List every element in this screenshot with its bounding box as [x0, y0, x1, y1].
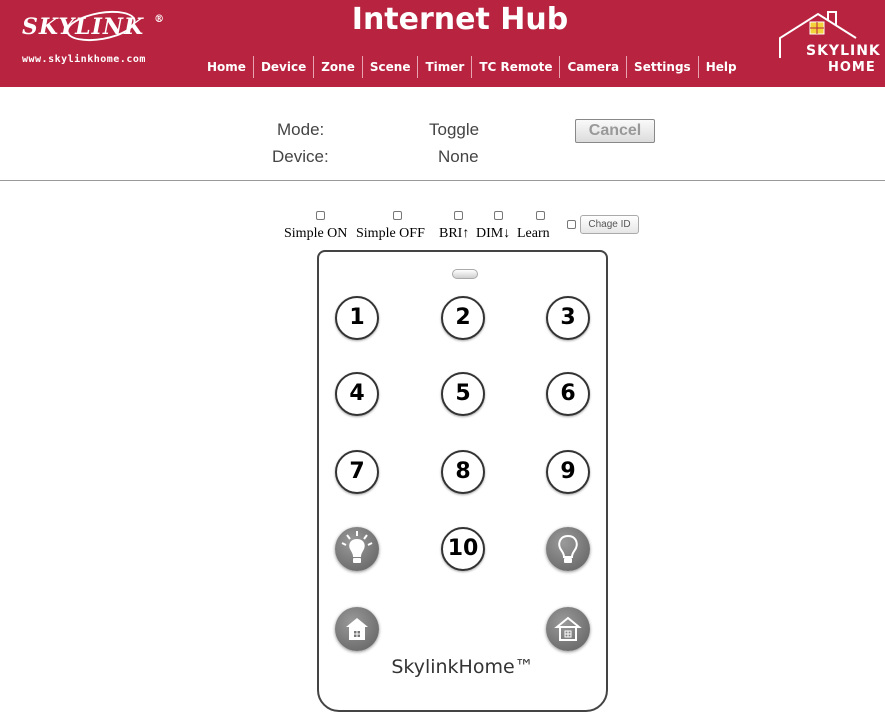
- remote-button-2[interactable]: 2: [441, 296, 485, 340]
- remote-button-1[interactable]: 1: [335, 296, 379, 340]
- nav-camera[interactable]: Camera: [560, 56, 628, 78]
- skylink-home-logo: SKYLINK HOME: [778, 8, 881, 78]
- header-bar: SKYLINK ® www.skylinkhome.com Internet Hu…: [0, 0, 885, 87]
- remote-button-7[interactable]: 7: [335, 450, 379, 494]
- status-panel: Mode: Toggle Device: None Cancel: [0, 87, 885, 181]
- remote-button-3[interactable]: 3: [546, 296, 590, 340]
- bri-up-checkbox[interactable]: [454, 211, 463, 220]
- nav-timer[interactable]: Timer: [418, 56, 473, 78]
- simple-on-checkbox[interactable]: [316, 211, 325, 220]
- nav-scene[interactable]: Scene: [363, 56, 419, 78]
- home-right-button[interactable]: [546, 607, 590, 651]
- remote-led-indicator: [452, 269, 478, 279]
- skylink-logo: SKYLINK ® www.skylinkhome.com: [22, 6, 166, 65]
- dim-down-checkbox[interactable]: [494, 211, 503, 220]
- nav-zone[interactable]: Zone: [314, 56, 363, 78]
- nav-settings[interactable]: Settings: [627, 56, 699, 78]
- bri-up-label: BRI↑: [439, 226, 470, 241]
- home-left-button[interactable]: [335, 607, 379, 651]
- remote-control: 1 2 3 4 5 6 7 8 9 10 SkylinkHome™: [317, 250, 608, 712]
- device-label: Device:: [272, 147, 329, 166]
- right-logo-line1: SKYLINK: [806, 43, 881, 59]
- simple-off-label: Simple OFF: [356, 226, 425, 241]
- dim-down-label: DIM↓: [476, 226, 511, 241]
- cancel-button[interactable]: Cancel: [575, 119, 655, 143]
- logo-brand: SKYLINK ®: [22, 6, 166, 46]
- learn-label: Learn: [517, 226, 550, 241]
- remote-button-8[interactable]: 8: [441, 450, 485, 494]
- main-nav: Home Device Zone Scene Timer TC Remote C…: [200, 56, 744, 78]
- nav-help[interactable]: Help: [699, 56, 744, 78]
- nav-tc-remote[interactable]: TC Remote: [472, 56, 561, 78]
- bulb-off-icon: [558, 534, 578, 563]
- bulb-on-icon: [341, 531, 373, 563]
- remote-button-10[interactable]: 10: [441, 527, 485, 571]
- right-logo-line2: HOME: [828, 60, 876, 75]
- bulb-on-button[interactable]: [335, 527, 379, 571]
- home-icon: [554, 616, 582, 641]
- nav-device[interactable]: Device: [254, 56, 315, 78]
- page-title: Internet Hub: [351, 2, 569, 37]
- remote-button-6[interactable]: 6: [546, 372, 590, 416]
- remote-button-9[interactable]: 9: [546, 450, 590, 494]
- logo-url: www.skylinkhome.com: [22, 54, 146, 65]
- mode-value: Toggle: [429, 120, 480, 139]
- home-icon: [346, 618, 368, 640]
- simple-on-label: Simple ON: [284, 226, 348, 241]
- learn-checkbox[interactable]: [536, 211, 545, 220]
- chage-id-button[interactable]: Chage ID: [580, 215, 639, 234]
- chage-id-checkbox[interactable]: [567, 220, 576, 229]
- remote-button-5[interactable]: 5: [441, 372, 485, 416]
- mode-label: Mode:: [277, 120, 325, 139]
- registered-mark: ®: [154, 14, 166, 25]
- simple-off-checkbox[interactable]: [393, 211, 402, 220]
- remote-brand-label: SkylinkHome™: [391, 656, 534, 678]
- bulb-off-button[interactable]: [546, 527, 590, 571]
- device-value: None: [438, 147, 479, 166]
- nav-home[interactable]: Home: [200, 56, 254, 78]
- remote-button-4[interactable]: 4: [335, 372, 379, 416]
